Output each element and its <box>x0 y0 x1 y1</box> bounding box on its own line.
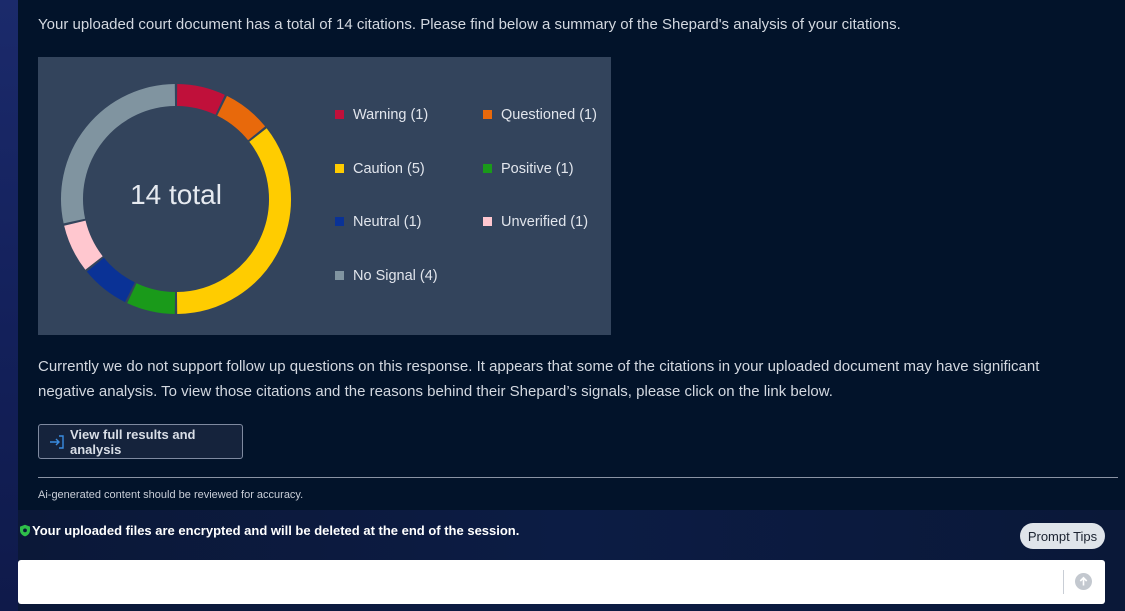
donut-chart: 14 total <box>61 84 291 314</box>
legend-item-no-signal: No Signal (4) <box>335 268 438 284</box>
divider <box>38 477 1118 478</box>
legend-item-unverified: Unverified (1) <box>483 214 588 230</box>
view-results-label: View full results and analysis <box>70 426 196 457</box>
intro-text: Your uploaded court document has a total… <box>38 16 901 33</box>
legend-swatch <box>335 163 344 173</box>
prompt-tips-button[interactable]: Prompt Tips <box>1020 523 1105 549</box>
input-separator <box>1063 570 1064 594</box>
legend-label: Neutral (1) <box>353 214 422 230</box>
enter-arrow-icon <box>49 434 65 450</box>
donut-segment-caution <box>176 128 291 314</box>
citation-chart-card: 14 total Warning (1) Questioned (1) Cautio… <box>38 57 611 335</box>
encryption-notice: Your uploaded files are encrypted and wi… <box>19 523 519 538</box>
donut-segment-warning <box>176 84 225 115</box>
legend-item-neutral: Neutral (1) <box>335 214 422 230</box>
ai-disclaimer: Ai-generated content should be reviewed … <box>38 489 304 501</box>
arrow-up-icon <box>1079 576 1088 586</box>
legend-label: Questioned (1) <box>501 107 597 123</box>
left-rail <box>0 0 18 611</box>
donut-segment-unverified <box>64 220 103 270</box>
send-button[interactable] <box>1075 573 1092 590</box>
view-results-button[interactable]: View full results and analysis <box>38 424 243 459</box>
chat-input[interactable] <box>30 568 1064 598</box>
legend-label: Caution (5) <box>353 161 425 177</box>
donut-segment-neutral <box>86 257 136 303</box>
shield-icon <box>19 524 31 537</box>
donut-segment-positive <box>127 283 176 314</box>
donut-center-label: 14 total <box>130 179 222 210</box>
legend-item-questioned: Questioned (1) <box>483 107 597 123</box>
legend-swatch <box>483 216 492 226</box>
legend-label: No Signal (4) <box>353 268 438 284</box>
legend-swatch <box>335 216 344 226</box>
donut-segment-questioned <box>216 95 266 141</box>
legend-swatch <box>335 109 344 119</box>
legend-item-caution: Caution (5) <box>335 161 425 177</box>
chat-input-box <box>18 560 1105 604</box>
legend-label: Unverified (1) <box>501 214 589 230</box>
legend-swatch <box>335 270 344 280</box>
legend-swatch <box>483 163 492 173</box>
legend-swatch <box>483 109 492 119</box>
legend-item-warning: Warning (1) <box>335 107 428 123</box>
legend-item-positive: Positive (1) <box>483 161 574 177</box>
legend-label: Positive (1) <box>501 161 574 177</box>
followup-text: Currently we do not support follow up qu… <box>38 358 1040 400</box>
encryption-notice-text: Your uploaded files are encrypted and wi… <box>32 523 520 538</box>
legend-label: Warning (1) <box>353 107 429 123</box>
